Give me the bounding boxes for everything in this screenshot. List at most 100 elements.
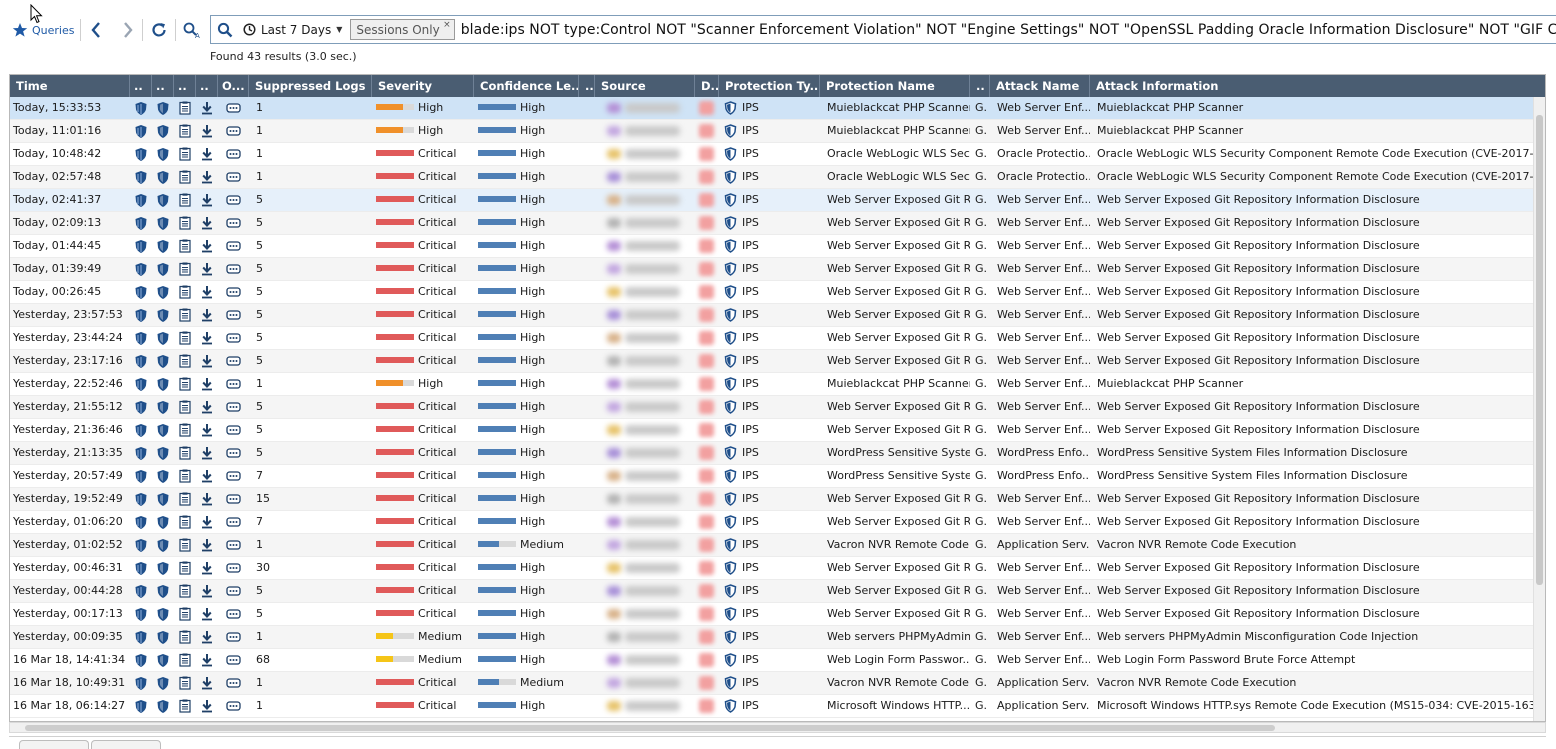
blade-icon-cell[interactable] [130, 603, 152, 625]
origin-icon-cell[interactable] [218, 373, 249, 395]
shield-icon-cell[interactable] [152, 442, 174, 464]
origin-icon-cell[interactable] [218, 672, 249, 694]
blade-icon-cell[interactable] [130, 327, 152, 349]
origin-icon-cell[interactable] [218, 166, 249, 188]
table-row[interactable]: Today, 15:33:53 1 High High IPS Muieblackcat … [10, 97, 1535, 120]
download-icon-cell[interactable] [196, 235, 218, 257]
shield-icon-cell[interactable] [152, 235, 174, 257]
details-icon-cell[interactable] [174, 120, 196, 142]
download-icon-cell[interactable] [196, 580, 218, 602]
details-icon-cell[interactable] [174, 626, 196, 648]
details-icon-cell[interactable] [174, 327, 196, 349]
shield-icon-cell[interactable] [152, 120, 174, 142]
time-range-dropdown[interactable]: Last 7 Days ▼ [239, 16, 350, 43]
blade-icon-cell[interactable] [130, 166, 152, 188]
shield-icon-cell[interactable] [152, 580, 174, 602]
details-icon-cell[interactable] [174, 281, 196, 303]
download-icon-cell[interactable] [196, 212, 218, 234]
horizontal-scrollbar[interactable] [9, 722, 1546, 733]
table-row[interactable]: Yesterday, 23:44:24 5 Critical High IPS Web S… [10, 327, 1535, 350]
blade-icon-cell[interactable] [130, 258, 152, 280]
origin-icon-cell[interactable] [218, 281, 249, 303]
details-icon-cell[interactable] [174, 442, 196, 464]
details-icon-cell[interactable] [174, 258, 196, 280]
blade-icon-cell[interactable] [130, 212, 152, 234]
column-header[interactable]: Suppressed Logs [249, 75, 372, 97]
download-icon-cell[interactable] [196, 304, 218, 326]
column-header[interactable]: .. [970, 75, 990, 97]
shield-icon-cell[interactable] [152, 534, 174, 556]
shield-icon-cell[interactable] [152, 672, 174, 694]
table-row[interactable]: Today, 11:01:16 1 High High IPS Muieblackcat … [10, 120, 1535, 143]
blade-icon-cell[interactable] [130, 235, 152, 257]
details-icon-cell[interactable] [174, 557, 196, 579]
details-icon-cell[interactable] [174, 580, 196, 602]
download-icon-cell[interactable] [196, 442, 218, 464]
shield-icon-cell[interactable] [152, 695, 174, 717]
origin-icon-cell[interactable] [218, 488, 249, 510]
shield-icon-cell[interactable] [152, 488, 174, 510]
details-icon-cell[interactable] [174, 212, 196, 234]
blade-icon-cell[interactable] [130, 695, 152, 717]
table-row[interactable]: Today, 02:57:48 1 Critical High IPS Oracle We… [10, 166, 1545, 189]
blade-icon-cell[interactable] [130, 120, 152, 142]
blade-icon-cell[interactable] [130, 672, 152, 694]
origin-icon-cell[interactable] [218, 235, 249, 257]
shield-icon-cell[interactable] [152, 419, 174, 441]
download-icon-cell[interactable] [196, 189, 218, 211]
origin-icon-cell[interactable] [218, 626, 249, 648]
forward-button[interactable] [118, 19, 138, 41]
origin-icon-cell[interactable] [218, 97, 249, 119]
details-icon-cell[interactable] [174, 373, 196, 395]
origin-icon-cell[interactable] [218, 304, 249, 326]
details-icon-cell[interactable] [174, 534, 196, 556]
column-header[interactable]: Attack Name [990, 75, 1090, 97]
sessions-only-chip[interactable]: Sessions Only × [350, 19, 455, 40]
table-row[interactable]: Yesterday, 21:55:12 5 Critical High IPS Web S… [10, 396, 1535, 419]
details-icon-cell[interactable] [174, 695, 196, 717]
download-icon-cell[interactable] [196, 465, 218, 487]
details-icon-cell[interactable] [174, 603, 196, 625]
download-icon-cell[interactable] [196, 350, 218, 372]
origin-icon-cell[interactable] [218, 465, 249, 487]
table-row[interactable]: Yesterday, 23:57:53 5 Critical High IPS Web S… [10, 304, 1535, 327]
download-icon-cell[interactable] [196, 695, 218, 717]
shield-icon-cell[interactable] [152, 258, 174, 280]
download-icon-cell[interactable] [196, 373, 218, 395]
table-row[interactable]: Today, 00:26:45 5 Critical High IPS Web Serve… [10, 281, 1535, 304]
download-icon-cell[interactable] [196, 626, 218, 648]
details-icon-cell[interactable] [174, 396, 196, 418]
table-row[interactable]: Today, 10:48:42 1 Critical High IPS Oracle We… [10, 143, 1545, 166]
query-syntax-button[interactable]: A [181, 19, 203, 41]
origin-icon-cell[interactable] [218, 603, 249, 625]
column-header[interactable]: .. [196, 75, 218, 97]
download-icon-cell[interactable] [196, 97, 218, 119]
blade-icon-cell[interactable] [130, 442, 152, 464]
table-row[interactable]: Today, 02:09:13 5 Critical High IPS Web Serve… [10, 212, 1535, 235]
download-icon-cell[interactable] [196, 396, 218, 418]
origin-icon-cell[interactable] [218, 442, 249, 464]
download-icon-cell[interactable] [196, 419, 218, 441]
blade-icon-cell[interactable] [130, 281, 152, 303]
table-row[interactable]: Yesterday, 01:02:52 1 Critical Medium IPS Vac… [10, 534, 1535, 557]
column-header[interactable]: O... [218, 75, 249, 97]
details-icon-cell[interactable] [174, 465, 196, 487]
download-icon-cell[interactable] [196, 534, 218, 556]
blade-icon-cell[interactable] [130, 488, 152, 510]
blade-icon-cell[interactable] [130, 189, 152, 211]
scrollbar-thumb[interactable] [1536, 115, 1543, 585]
table-row[interactable]: Yesterday, 23:17:16 5 Critical High IPS Web S… [10, 350, 1535, 373]
origin-icon-cell[interactable] [218, 419, 249, 441]
query-search-bar[interactable]: Last 7 Days ▼ Sessions Only × blade:ips … [210, 15, 1556, 44]
table-row[interactable]: Today, 02:41:37 5 Critical High IPS Web Serve… [10, 189, 1535, 212]
origin-icon-cell[interactable] [218, 350, 249, 372]
blade-icon-cell[interactable] [130, 465, 152, 487]
origin-icon-cell[interactable] [218, 649, 249, 671]
table-row[interactable]: Yesterday, 00:46:31 30 Critical High IPS Web … [10, 557, 1535, 580]
shield-icon-cell[interactable] [152, 327, 174, 349]
table-row[interactable]: Yesterday, 21:36:46 5 Critical High IPS Web S… [10, 419, 1535, 442]
shield-icon-cell[interactable] [152, 557, 174, 579]
download-icon-cell[interactable] [196, 258, 218, 280]
column-header[interactable]: D.. [695, 75, 719, 97]
blade-icon-cell[interactable] [130, 511, 152, 533]
